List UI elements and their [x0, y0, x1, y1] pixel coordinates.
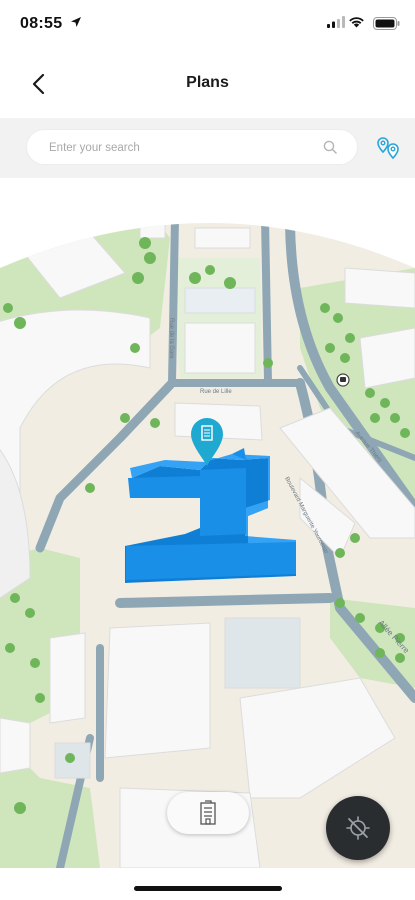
location-off-icon — [346, 816, 370, 840]
location-pins-icon — [377, 137, 399, 160]
building-icon — [200, 800, 216, 825]
search-toolbar — [0, 118, 415, 178]
street-label: Rue de la Gare — [168, 318, 174, 359]
search-icon[interactable] — [323, 140, 337, 154]
bus-stop-icon — [336, 373, 350, 387]
floor-selector-button[interactable] — [167, 792, 249, 834]
locate-me-button[interactable] — [326, 796, 390, 860]
wifi-icon — [349, 17, 364, 28]
street-label: Rue de Lille — [200, 389, 232, 395]
location-arrow-icon — [71, 17, 81, 27]
battery-icon — [373, 17, 400, 30]
navigation-bar: Plans — [0, 56, 415, 112]
status-time: 08:55 — [20, 15, 63, 32]
search-field[interactable] — [27, 130, 357, 166]
location-pins-button[interactable] — [374, 135, 402, 163]
map-view[interactable]: Rue de Lille Rue de la Gare Boulevard Ma… — [0, 178, 415, 868]
status-bar: 08:55 — [0, 0, 415, 48]
map-canvas[interactable]: Rue de Lille Rue de la Gare Boulevard Ma… — [0, 178, 415, 868]
home-indicator — [134, 886, 282, 891]
search-input[interactable] — [47, 130, 321, 166]
page-title: Plans — [186, 74, 229, 91]
cellular-signal-icon — [327, 16, 345, 28]
